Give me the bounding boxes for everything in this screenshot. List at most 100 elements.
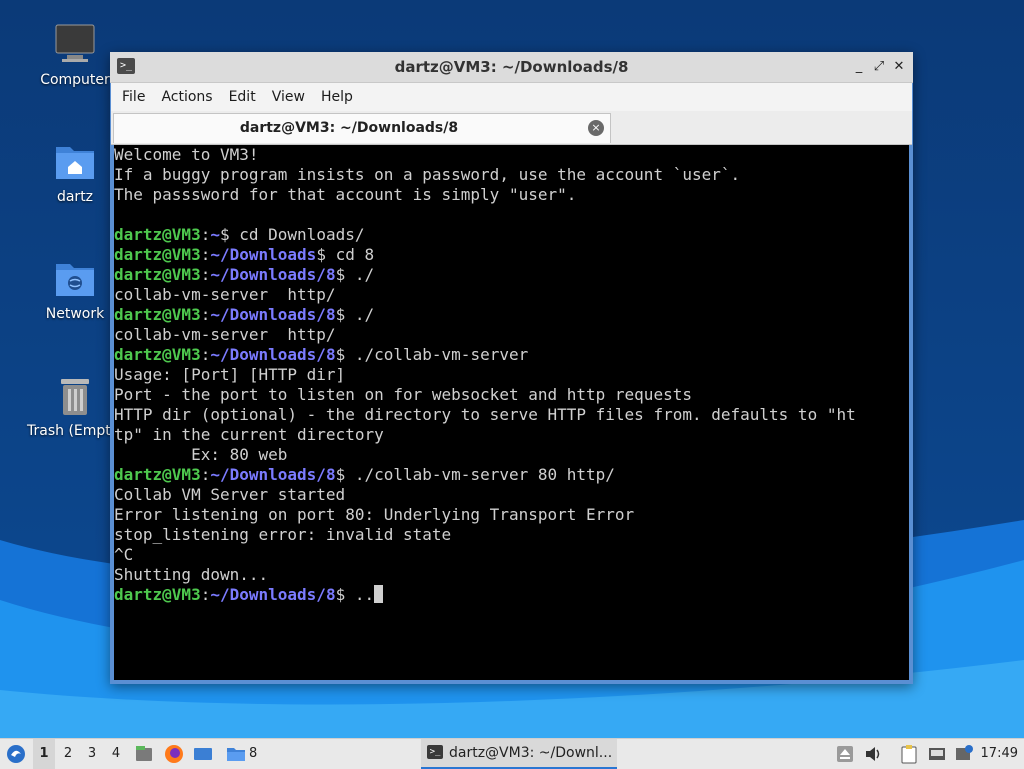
terminal-text: If a buggy program insists on a password…: [114, 165, 741, 184]
terminal-line: dartz@VM3:~/Downloads/8$ ./: [114, 305, 909, 325]
clock[interactable]: 17:49: [981, 739, 1018, 769]
terminal-line: Shutting down...: [114, 565, 909, 585]
terminal-text: Usage: [Port] [HTTP dir]: [114, 365, 346, 384]
prompt-user: dartz@VM3: [114, 345, 201, 364]
maximize-button[interactable]: ⤢: [870, 57, 888, 77]
terminal-text: $ ..: [335, 585, 375, 604]
network-folder-icon: [53, 256, 97, 300]
terminal-text: Shutting down...: [114, 565, 269, 584]
terminal-text: :: [200, 225, 211, 244]
terminal-text: $ ./collab-vm-server 80 http/: [335, 465, 615, 484]
prompt-user: dartz@VM3: [114, 465, 201, 484]
workspace-4[interactable]: 4: [105, 739, 127, 769]
prompt-path: ~/Downloads/8: [210, 585, 336, 604]
menu-actions[interactable]: Actions: [153, 83, 220, 111]
workspace-2[interactable]: 2: [57, 739, 79, 769]
terminal-text: :: [200, 465, 211, 484]
terminal-line: dartz@VM3:~/Downloads/8$ ./collab-vm-ser…: [114, 465, 909, 485]
workspace-1[interactable]: 1: [33, 739, 55, 769]
terminal-line: dartz@VM3:~$ cd Downloads/: [114, 225, 909, 245]
terminal-line: dartz@VM3:~/Downloads/8$ ./: [114, 265, 909, 285]
desktop-icon-network[interactable]: Network: [27, 256, 123, 322]
terminal-line: If a buggy program insists on a password…: [114, 165, 909, 185]
terminal-text: $ ./collab-vm-server: [335, 345, 529, 364]
prompt-path: ~/Downloads/8: [210, 265, 336, 284]
terminal-line: Port - the port to listen on for websock…: [114, 385, 909, 405]
desktop-icon-computer[interactable]: Computer: [27, 22, 123, 88]
terminal-line: collab-vm-server http/: [114, 325, 909, 345]
terminal-text: :: [200, 345, 211, 364]
workspace-3[interactable]: 3: [81, 739, 103, 769]
terminal-text: Collab VM Server started: [114, 485, 346, 504]
prompt-path: ~/Downloads/8: [210, 465, 336, 484]
notification-icon[interactable]: [954, 744, 974, 764]
terminal-text: $ cd 8: [316, 245, 375, 264]
terminal-line: The passsword for that account is simply…: [114, 185, 909, 205]
terminal-text: The passsword for that account is simply…: [114, 185, 577, 204]
volume-icon[interactable]: [863, 744, 883, 764]
clipboard-icon[interactable]: [899, 744, 919, 764]
desktop-icon-label: Network: [45, 306, 105, 322]
prompt-path: ~/Downloads/8: [210, 345, 336, 364]
prompt-path: ~: [210, 225, 220, 244]
terminal-text: :: [200, 585, 211, 604]
prompt-user: dartz@VM3: [114, 225, 201, 244]
prompt-user: dartz@VM3: [114, 265, 201, 284]
terminal-line: Error listening on port 80: Underlying T…: [114, 505, 909, 525]
folder-icon[interactable]: [226, 744, 246, 764]
terminal-line: Collab VM Server started: [114, 485, 909, 505]
start-menu-icon[interactable]: [6, 744, 26, 764]
terminal-output[interactable]: Welcome to VM3! If a buggy program insist…: [114, 145, 909, 680]
network-status-icon[interactable]: [927, 744, 947, 764]
terminal-text: HTTP dir (optional) - the directory to s…: [114, 405, 856, 424]
taskbar: 1 2 3 4 8 >_ dartz@VM3: ~/Downl... 17:49: [0, 738, 1024, 769]
terminal-line: dartz@VM3:~/Downloads$ cd 8: [114, 245, 909, 265]
taskbar-window-label: dartz@VM3: ~/Downl...: [449, 745, 613, 761]
desktop-icon-trash[interactable]: Trash (Empty): [27, 373, 125, 439]
prompt-user: dartz@VM3: [114, 585, 201, 604]
window-title: dartz@VM3: ~/Downloads/8: [394, 58, 629, 76]
close-button[interactable]: ✕: [890, 57, 908, 77]
menu-help[interactable]: Help: [313, 83, 361, 111]
home-folder-icon: [53, 139, 97, 183]
menu-edit[interactable]: Edit: [221, 83, 264, 111]
tab-bar: dartz@VM3: ~/Downloads/8 ×: [111, 111, 912, 145]
terminal-line: stop_listening error: invalid state: [114, 525, 909, 545]
terminal-line: dartz@VM3:~/Downloads/8$ ..: [114, 585, 909, 605]
desktop-icon-label: Trash (Empty): [27, 423, 125, 439]
terminal-tab[interactable]: dartz@VM3: ~/Downloads/8 ×: [113, 113, 611, 143]
terminal-text: Error listening on port 80: Underlying T…: [114, 505, 635, 524]
terminal-text: stop_listening error: invalid state: [114, 525, 452, 544]
taskbar-window-button[interactable]: >_ dartz@VM3: ~/Downl...: [421, 739, 617, 769]
eject-icon[interactable]: [835, 744, 855, 764]
terminal-text: ^C: [114, 545, 134, 564]
file-manager-launcher-icon[interactable]: [134, 744, 154, 764]
terminal-text: $ ./: [335, 305, 375, 324]
firefox-icon[interactable]: [164, 744, 184, 764]
folder-launcher-label[interactable]: 8: [249, 739, 257, 769]
terminal-line: Welcome to VM3!: [114, 145, 909, 165]
minimize-button[interactable]: _: [850, 57, 868, 77]
terminal-icon: >_: [427, 745, 443, 759]
desktop-icon-label: Computer: [40, 72, 110, 88]
terminal-text: collab-vm-server http/: [114, 285, 336, 304]
terminal-text: :: [200, 305, 211, 324]
prompt-user: dartz@VM3: [114, 245, 201, 264]
tab-close-icon[interactable]: ×: [588, 120, 604, 136]
tab-title: dartz@VM3: ~/Downloads/8: [239, 120, 459, 136]
menu-view[interactable]: View: [264, 83, 313, 111]
terminal-text: Port - the port to listen on for websock…: [114, 385, 692, 404]
menu-bar: File Actions Edit View Help: [111, 83, 912, 111]
desktop-icon-home[interactable]: dartz: [27, 139, 123, 205]
terminal-text: Ex: 80 web: [114, 445, 288, 464]
trash-icon: [53, 373, 97, 417]
desktop-icon-label: dartz: [56, 189, 94, 205]
terminal-line: collab-vm-server http/: [114, 285, 909, 305]
text-cursor: [374, 585, 384, 603]
window-titlebar[interactable]: >_ dartz@VM3: ~/Downloads/8 _ ⤢ ✕: [110, 52, 913, 83]
terminal-text: :: [200, 265, 211, 284]
desktop-show-icon[interactable]: [193, 744, 213, 764]
menu-file[interactable]: File: [114, 83, 153, 111]
terminal-text: collab-vm-server http/: [114, 325, 336, 344]
